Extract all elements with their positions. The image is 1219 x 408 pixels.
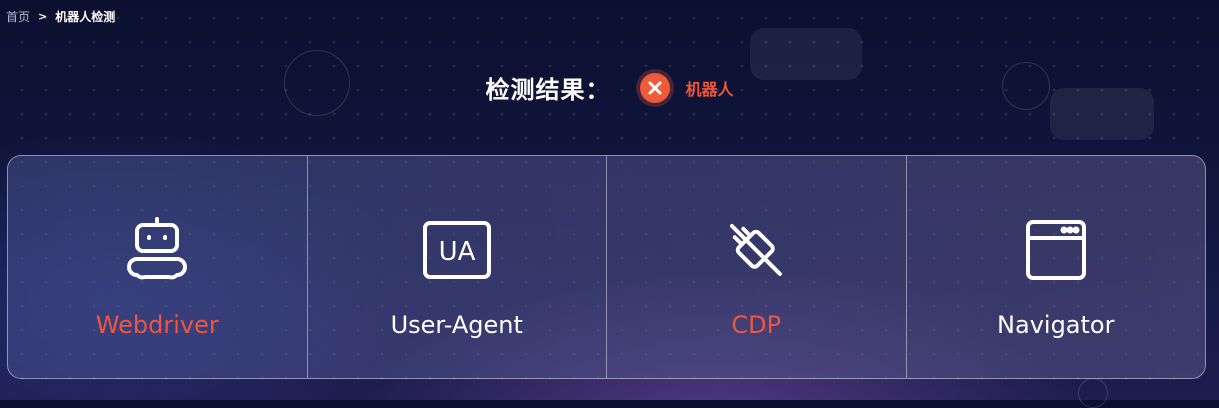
decor-circle <box>1078 378 1108 408</box>
check-card-navigator[interactable]: Navigator <box>907 156 1206 378</box>
check-card-cdp[interactable]: CDP <box>607 156 907 378</box>
breadcrumb-home-link[interactable]: 首页 <box>6 8 30 25</box>
breadcrumb: 首页 > 机器人检测 <box>6 8 115 25</box>
check-label: User-Agent <box>390 311 523 339</box>
check-card-user-agent[interactable]: UA User-Agent <box>308 156 607 378</box>
check-label: Webdriver <box>95 311 219 339</box>
check-label: CDP <box>731 311 782 339</box>
detection-result: 检测结果： 机器人 <box>0 70 1219 105</box>
plug-disconnected-icon <box>720 214 792 286</box>
result-title: 检测结果： <box>485 76 611 104</box>
check-label: Navigator <box>997 311 1115 339</box>
robot-icon <box>121 214 193 286</box>
result-status-text: 机器人 <box>685 79 734 99</box>
close-circle-icon <box>640 72 671 103</box>
breadcrumb-separator: > <box>38 10 48 23</box>
breadcrumb-current: 机器人检测 <box>55 10 116 24</box>
ua-icon: UA <box>421 214 493 286</box>
browser-window-icon <box>1020 214 1092 286</box>
detection-cards: Webdriver UA User-Agent CDP Navigator <box>7 155 1206 379</box>
check-card-webdriver[interactable]: Webdriver <box>8 156 308 378</box>
ua-icon-text: UA <box>438 237 475 267</box>
